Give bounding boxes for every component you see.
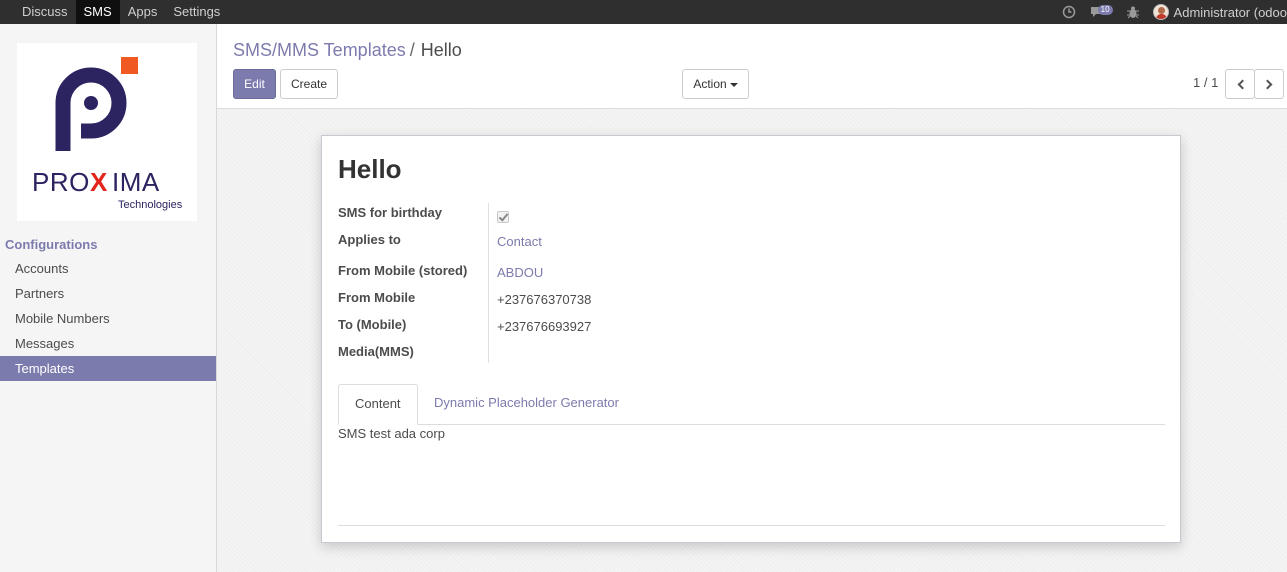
top-navbar: Discuss SMS Apps Settings 10 Administrat… <box>0 0 1287 24</box>
label-applies-to: Applies to <box>338 232 401 247</box>
sidebar-section-configurations: Configurations <box>5 237 98 252</box>
label-from-mobile: From Mobile <box>338 290 416 305</box>
content-text: SMS test ada corp <box>338 426 445 441</box>
record-title: Hello <box>338 154 402 184</box>
edit-button[interactable]: Edit <box>233 69 276 99</box>
systray: 10 Administrator (odoo <box>1062 0 1287 24</box>
notebook-tabs: Content Dynamic Placeholder Generator <box>338 384 1165 425</box>
chevron-right-icon <box>1262 79 1272 90</box>
message-count-badge: 10 <box>1097 5 1113 15</box>
messages-icon[interactable]: 10 <box>1090 5 1113 18</box>
pager-previous-button[interactable] <box>1225 69 1255 99</box>
breadcrumb-parent[interactable]: SMS/MMS Templates <box>233 40 406 60</box>
label-sms-for-birthday: SMS for birthday <box>338 205 443 220</box>
action-label: Action <box>693 77 727 91</box>
company-logo: PRO X IMA Technologies <box>17 43 197 221</box>
sidebar-menu: Accounts Partners Mobile Numbers Message… <box>0 256 216 381</box>
chevron-left-icon <box>1237 79 1247 90</box>
main-content: SMS/MMS Templates / Hello Edit Create Acti… <box>217 24 1287 572</box>
field-divider <box>488 203 489 363</box>
to-mobile-value: +237676693927 <box>497 319 592 334</box>
sidebar-item-mobile-numbers[interactable]: Mobile Numbers <box>0 306 216 331</box>
sidebar-item-partners[interactable]: Partners <box>0 281 216 306</box>
applies-to-value[interactable]: Contact <box>497 234 542 249</box>
bug-icon[interactable] <box>1126 6 1139 19</box>
user-avatar[interactable] <box>1152 4 1169 20</box>
label-to-mobile: To (Mobile) <box>338 317 407 332</box>
from-mobile-stored-value[interactable]: ABDOU <box>497 265 543 280</box>
sidebar-item-accounts[interactable]: Accounts <box>0 256 216 281</box>
label-media-mms: Media(MMS) <box>338 344 414 359</box>
divider <box>338 525 1165 526</box>
form-sheet: Hello SMS for birthday Applies to Contac… <box>321 135 1181 543</box>
sms-for-birthday-checkbox <box>497 211 509 223</box>
menu-apps[interactable]: Apps <box>120 0 166 24</box>
menu-sms[interactable]: SMS <box>75 0 120 24</box>
user-menu[interactable]: Administrator (odoo <box>1174 5 1287 20</box>
breadcrumb: SMS/MMS Templates / Hello <box>233 40 462 61</box>
action-dropdown[interactable]: Action <box>682 69 749 99</box>
svg-text:X: X <box>90 167 108 197</box>
sidebar: PRO X IMA Technologies Configurations Ac… <box>0 24 217 572</box>
form-background: Hello SMS for birthday Applies to Contac… <box>217 108 1287 572</box>
menu-discuss[interactable]: Discuss <box>14 0 76 24</box>
create-button[interactable]: Create <box>280 69 338 99</box>
tab-content[interactable]: Content <box>338 384 418 425</box>
label-from-mobile-stored: From Mobile (stored) <box>338 263 468 278</box>
from-mobile-value: +237676370738 <box>497 292 592 307</box>
menu-settings[interactable]: Settings <box>165 0 228 24</box>
sidebar-item-messages[interactable]: Messages <box>0 331 216 356</box>
svg-text:PRO: PRO <box>32 167 90 197</box>
breadcrumb-current: Hello <box>420 40 462 60</box>
pager-value[interactable]: 1 / 1 <box>1193 75 1218 90</box>
svg-text:IMA: IMA <box>112 167 160 197</box>
pager-next-button[interactable] <box>1254 69 1284 99</box>
svg-text:Technologies: Technologies <box>118 199 183 211</box>
app-menu: Discuss SMS Apps Settings <box>14 0 228 24</box>
sidebar-item-templates[interactable]: Templates <box>0 356 216 381</box>
breadcrumb-separator: / <box>409 40 415 60</box>
caret-down-icon <box>729 82 738 87</box>
clock-icon[interactable] <box>1062 5 1076 19</box>
tab-dynamic-placeholder-generator[interactable]: Dynamic Placeholder Generator <box>418 384 635 425</box>
